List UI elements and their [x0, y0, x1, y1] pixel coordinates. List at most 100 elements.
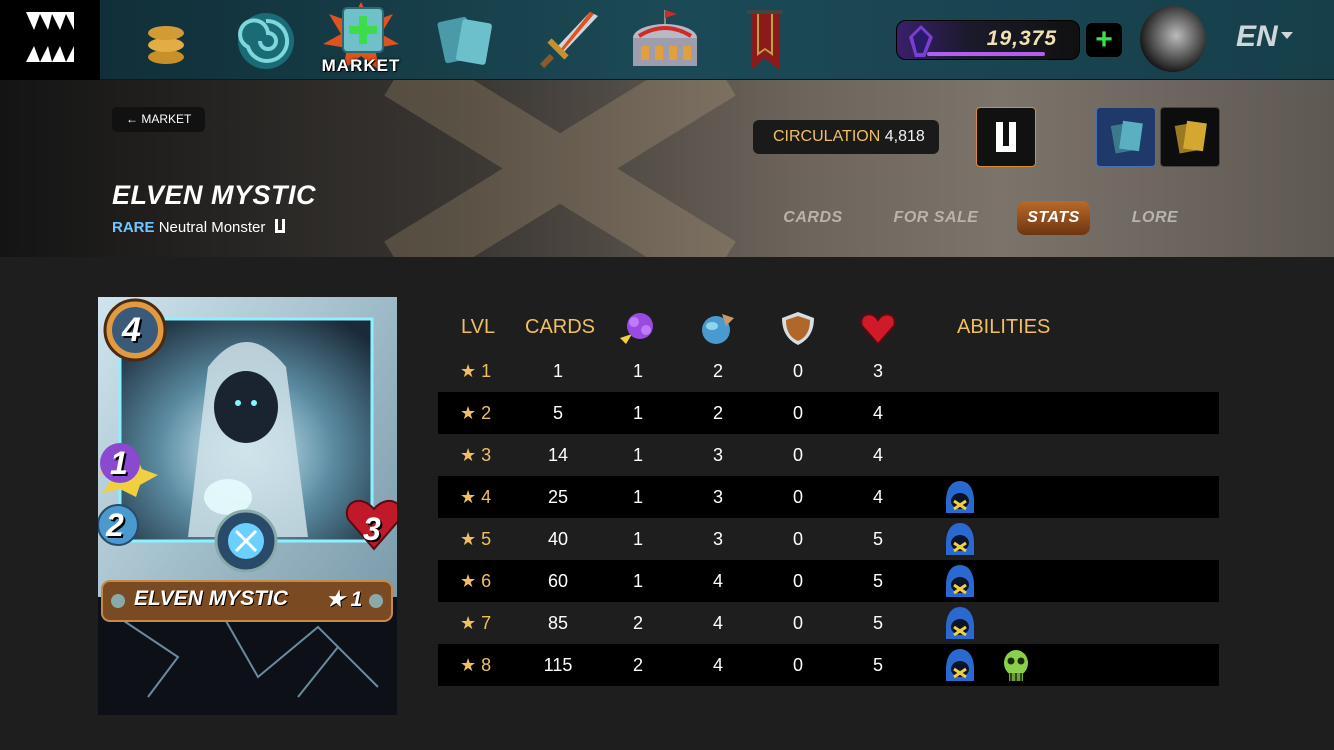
row-speed: 3 [712, 487, 723, 507]
silence-icon[interactable] [942, 563, 978, 599]
table-row: ★ 3 14 1 3 0 4 [438, 434, 1219, 476]
dec-progress-bar [927, 52, 1045, 56]
row-magic: 1 [632, 361, 643, 381]
market-nav-button[interactable]: MARKET [321, 0, 401, 80]
dec-amount: 19,375 [986, 27, 1057, 50]
card-header: ← MARKET CIRCULATION 4,818 ELVEN MYSTIC … [0, 80, 1334, 257]
circulation-badge: CIRCULATION 4,818 [753, 120, 939, 154]
row-magic: 1 [632, 403, 643, 423]
market-nav-label: MARKET [321, 56, 401, 75]
row-armor: 0 [792, 361, 803, 381]
row-health: 5 [872, 613, 883, 633]
row-level: ★ 1 [460, 361, 492, 381]
regular-foil-button[interactable] [1096, 107, 1156, 167]
row-cards: 14 [547, 445, 569, 465]
row-level: ★ 6 [460, 571, 492, 591]
row-speed: 4 [712, 655, 723, 675]
card-health-value: 3 [363, 511, 381, 547]
sword-nav-icon[interactable] [527, 6, 607, 76]
row-level: ★ 5 [460, 529, 492, 549]
row-health: 5 [872, 571, 883, 591]
row-cards: 5 [552, 403, 563, 423]
chevron-down-icon[interactable] [1281, 32, 1293, 39]
row-cards: 85 [547, 613, 569, 633]
row-speed: 2 [712, 361, 723, 381]
card-image[interactable]: 4 1 2 3 ELVEN MYSTIC ★ 1 [97, 297, 403, 715]
row-speed: 3 [712, 529, 723, 549]
table-row: ★ 7 85 2 4 0 5 [438, 602, 1219, 644]
table-row: ★ 6 60 1 4 0 5 [438, 560, 1219, 602]
table-header: LVL CARDS ABILITIES [438, 306, 1219, 350]
silence-icon[interactable] [942, 605, 978, 641]
col-cards: CARDS [525, 316, 596, 338]
coins-nav-icon[interactable] [126, 6, 206, 76]
row-armor: 0 [792, 529, 803, 549]
card-speed-value: 2 [106, 507, 124, 543]
tab-cards[interactable]: CARDS [771, 201, 855, 235]
card-name: ELVEN MYSTIC [134, 587, 289, 610]
untamed-edition-small-icon [274, 219, 285, 233]
gold-foil-button[interactable] [1160, 107, 1220, 167]
back-label: MARKET [141, 112, 192, 126]
card-level: ★ 1 [326, 588, 363, 611]
add-dec-button[interactable]: + [1086, 23, 1122, 57]
circulation-label: CIRCULATION [773, 128, 881, 145]
row-magic: 1 [632, 571, 643, 591]
row-health: 5 [872, 529, 883, 549]
arena-nav-icon[interactable] [625, 6, 705, 76]
speed-icon [702, 314, 734, 344]
affliction-icon[interactable] [998, 647, 1034, 683]
silence-icon[interactable] [942, 647, 978, 683]
cards-nav-icon[interactable] [426, 6, 506, 76]
health-icon [860, 313, 896, 346]
dec-balance[interactable]: 19,375 [896, 20, 1080, 60]
row-cards: 25 [547, 487, 569, 507]
row-magic: 2 [632, 655, 643, 675]
tab-for-sale[interactable]: FOR SALE [890, 201, 982, 235]
language-selector[interactable]: EN [1236, 20, 1278, 54]
row-health: 4 [872, 403, 883, 423]
page-title: ELVEN MYSTIC [112, 180, 317, 210]
row-cards: 115 [543, 655, 573, 675]
row-magic: 1 [632, 529, 643, 549]
row-cards: 1 [552, 361, 563, 381]
armor-icon [782, 312, 814, 345]
table-row: ★ 8 115 2 4 0 5 [438, 644, 1219, 686]
gold-cards-icon [1174, 120, 1207, 154]
row-armor: 0 [792, 487, 803, 507]
row-armor: 0 [792, 445, 803, 465]
row-speed: 4 [712, 571, 723, 591]
arrow-left-icon: ← [126, 112, 142, 126]
row-cards: 60 [547, 571, 569, 591]
row-level: ★ 4 [460, 487, 492, 507]
untamed-edition-icon [996, 122, 1016, 152]
row-level: ★ 7 [460, 613, 492, 633]
banner-nav-icon[interactable] [725, 6, 805, 76]
row-magic: 1 [632, 487, 643, 507]
untamed-edition-button[interactable] [976, 107, 1036, 167]
col-abilities: ABILITIES [957, 316, 1051, 338]
swirl-nav-icon[interactable] [226, 6, 306, 76]
row-armor: 0 [792, 613, 803, 633]
silence-icon[interactable] [942, 479, 978, 515]
card-subtitle: RARE Neutral Monster [112, 218, 286, 236]
logo-icon[interactable] [0, 0, 100, 80]
row-health: 3 [872, 361, 883, 381]
table-row: ★ 5 40 1 3 0 5 [438, 518, 1219, 560]
row-speed: 3 [712, 445, 723, 465]
row-armor: 0 [792, 655, 803, 675]
col-lvl: LVL [461, 316, 496, 338]
row-health: 4 [872, 445, 883, 465]
tab-lore[interactable]: LORE [1124, 201, 1186, 235]
back-to-market-button[interactable]: ← MARKET [112, 107, 205, 132]
table-row: ★ 2 5 1 2 0 4 [438, 392, 1219, 434]
rarity-label: RARE [112, 219, 155, 236]
row-magic: 2 [632, 613, 643, 633]
table-row: ★ 1 1 1 2 0 3 [438, 350, 1219, 392]
row-health: 5 [872, 655, 883, 675]
card-attack-value: 1 [110, 445, 128, 481]
row-magic: 1 [632, 445, 643, 465]
tab-stats[interactable]: STATS [1017, 201, 1090, 235]
avatar[interactable] [1140, 6, 1206, 72]
silence-icon[interactable] [942, 521, 978, 557]
